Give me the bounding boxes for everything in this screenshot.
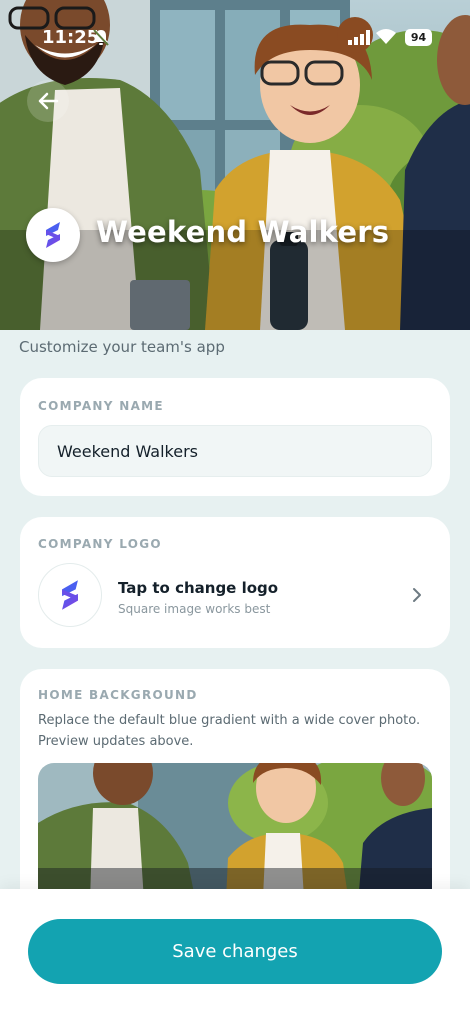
company-name-input[interactable] [38,425,432,477]
back-arrow-icon [38,92,59,110]
company-logo-label: COMPANY LOGO [38,537,162,551]
chevron-right-icon [413,588,421,602]
back-button[interactable] [27,80,69,122]
company-logo-card: COMPANY LOGO Tap to change logo Square i… [20,517,450,648]
change-logo-title: Tap to change logo [118,579,279,597]
hero-title: Weekend Walkers [96,215,390,249]
footer-bar: Save changes [0,889,470,1024]
signal-icon [348,30,370,45]
battery-indicator: 94 [405,29,432,46]
wifi-icon [376,29,396,44]
home-background-description: Replace the default blue gradient with a… [38,713,421,749]
company-name-card: COMPANY NAME [20,378,450,496]
status-bar: 11:25 94 [0,0,470,70]
page-subtitle: Customize your team's app [19,338,225,356]
company-name-label: COMPANY NAME [38,399,164,413]
hero-banner: 11:25 94 Weekend Walkers [0,0,470,330]
save-changes-button[interactable]: Save changes [28,919,442,984]
brand-logo [26,208,80,262]
status-time: 11:25 [42,27,100,48]
bell-off-icon [93,29,109,46]
home-background-label: HOME BACKGROUND [38,688,198,702]
change-logo-row[interactable]: Tap to change logo Square image works be… [38,563,432,629]
change-logo-hint: Square image works best [118,602,271,616]
logo-mark-icon [46,222,60,248]
logo-thumbnail [38,563,102,627]
logo-mark-icon [62,580,78,610]
